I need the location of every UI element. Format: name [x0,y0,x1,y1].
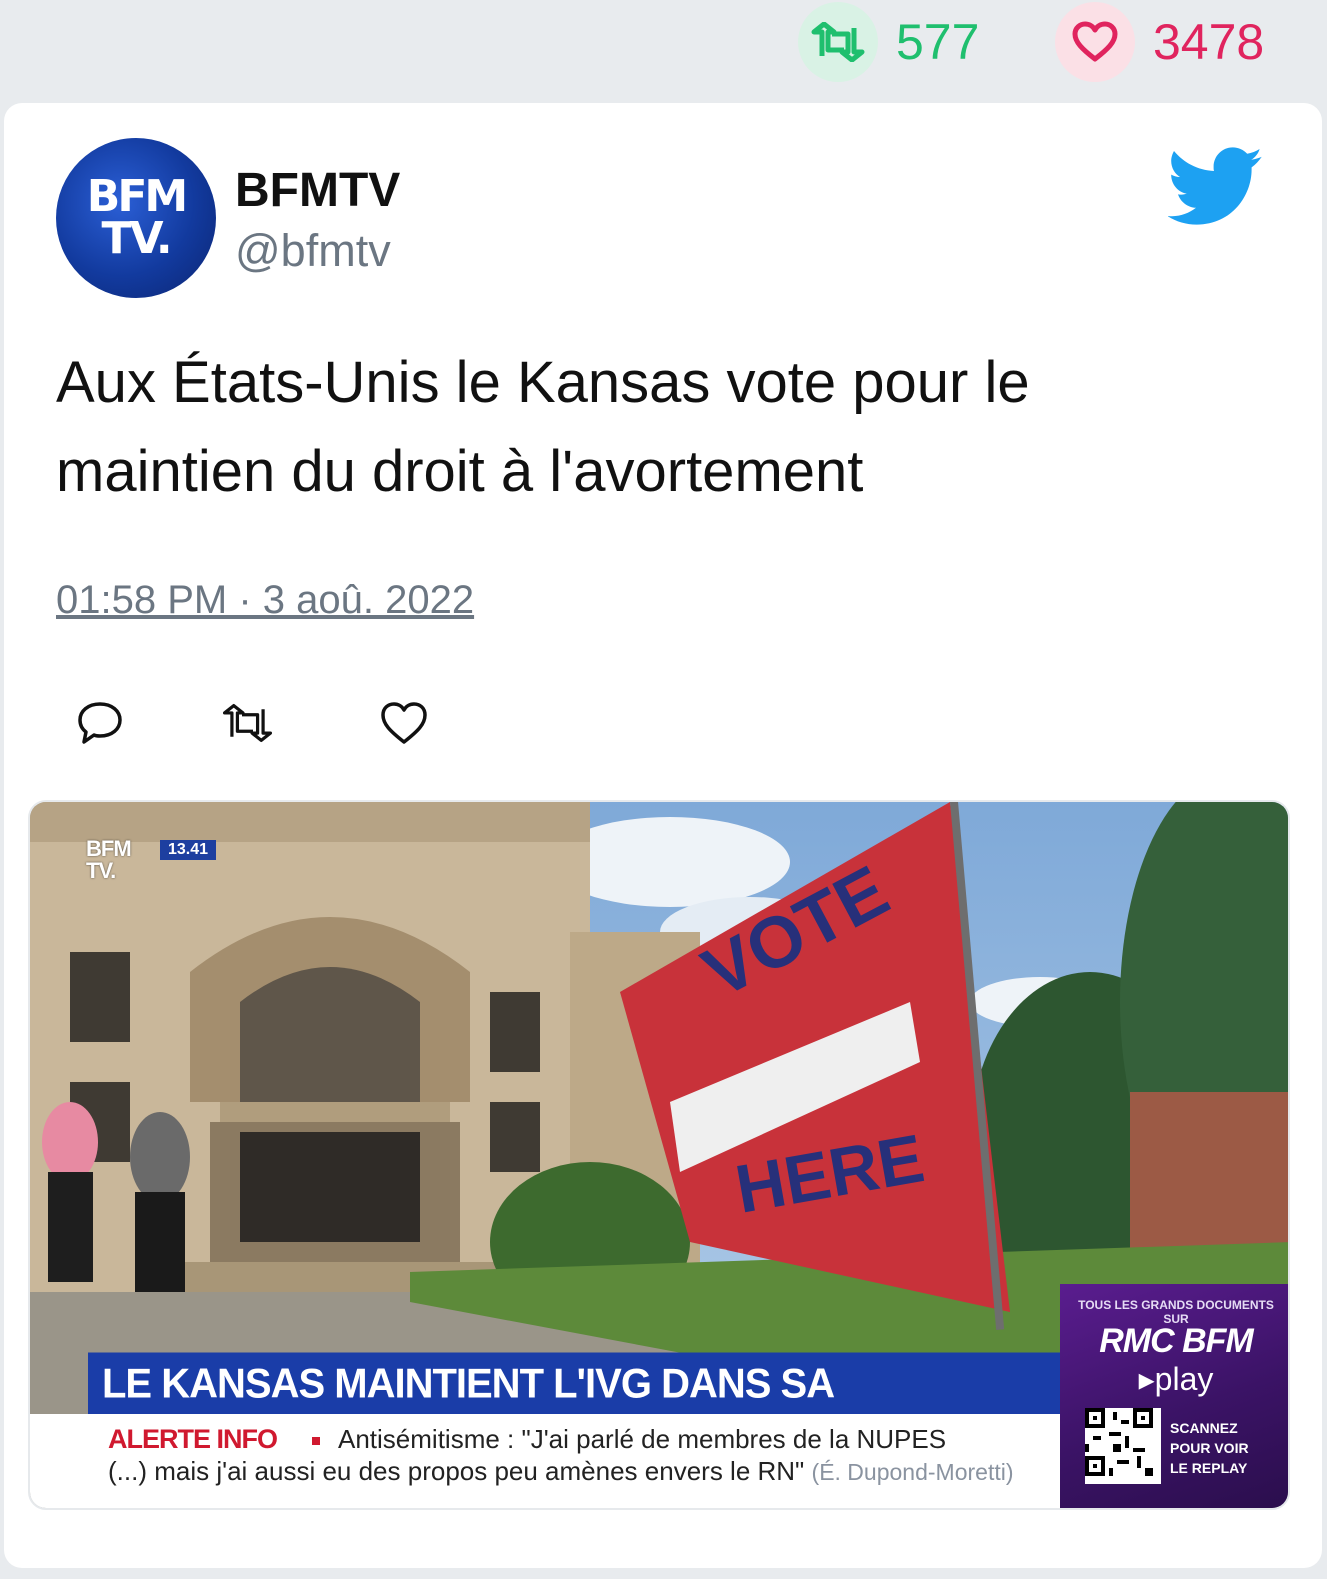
tweet-timestamp[interactable]: 01:58 PM · 3 aoû. 2022 [56,578,474,623]
channel-logo-line2: TV. [86,858,116,883]
channel-logo: BFM TV. [86,836,132,883]
alert-label: ALERTE INFO [108,1424,278,1454]
retweet-icon [222,703,273,742]
heart-icon[interactable] [1055,2,1135,82]
author-name[interactable]: BFMTV [235,163,400,218]
tweet-media-image[interactable]: VOTE HERE BFM TV. 13.41 LE KANSAS MAINTI… [28,800,1290,1510]
retweet-icon[interactable] [798,2,878,82]
qr-code [1085,1408,1161,1484]
retweet-count: 577 [896,14,980,70]
avatar-logo-line2: TV. [101,213,172,264]
reply-button[interactable] [72,695,127,750]
reply-icon [77,701,122,744]
tweet-card: BFM TV. BFMTV @bfmtv Aux États-Unis le K… [4,103,1322,1568]
author-handle[interactable]: @bfmtv [235,225,391,277]
like-button[interactable] [376,695,431,750]
alert-bullet [312,1437,320,1445]
alert-text-line1: Antisémitisme : "J'ai parlé de membres d… [338,1424,947,1454]
alert-text-line2-body: (...) mais j'ai aussi eu des propos peu … [108,1456,805,1486]
heart-icon [380,701,427,744]
avatar[interactable]: BFM TV. [56,138,216,298]
alert-text-line2: (...) mais j'ai aussi eu des propos peu … [108,1456,1014,1487]
tweet-text: Aux États-Unis le Kansas vote pour le ma… [56,350,1030,504]
promo-scan-text: SCANNEZ POUR VOIR LE REPLAY [1170,1420,1249,1476]
channel-logo-line1: BFM [86,836,132,861]
like-stat[interactable]: 3478 [1055,2,1264,82]
alert-source: (É. Dupond-Moretti) [811,1459,1014,1485]
promo-brand: RMC BFM [1099,1322,1254,1360]
headline-banner: LE KANSAS MAINTIENT L'IVG DANS SA CONSTI… [88,1352,1063,1470]
retweet-stat[interactable]: 577 [798,2,979,82]
avatar-logo-line1: BFM [86,171,188,223]
twitter-bird-icon[interactable] [1168,147,1264,227]
engagement-bar: 577 3478 [0,0,1327,100]
like-count: 3478 [1153,14,1265,70]
broadcast-clock: 13.41 [160,840,217,860]
retweet-button[interactable] [220,695,275,750]
promo-play: ▸play [1138,1361,1214,1397]
